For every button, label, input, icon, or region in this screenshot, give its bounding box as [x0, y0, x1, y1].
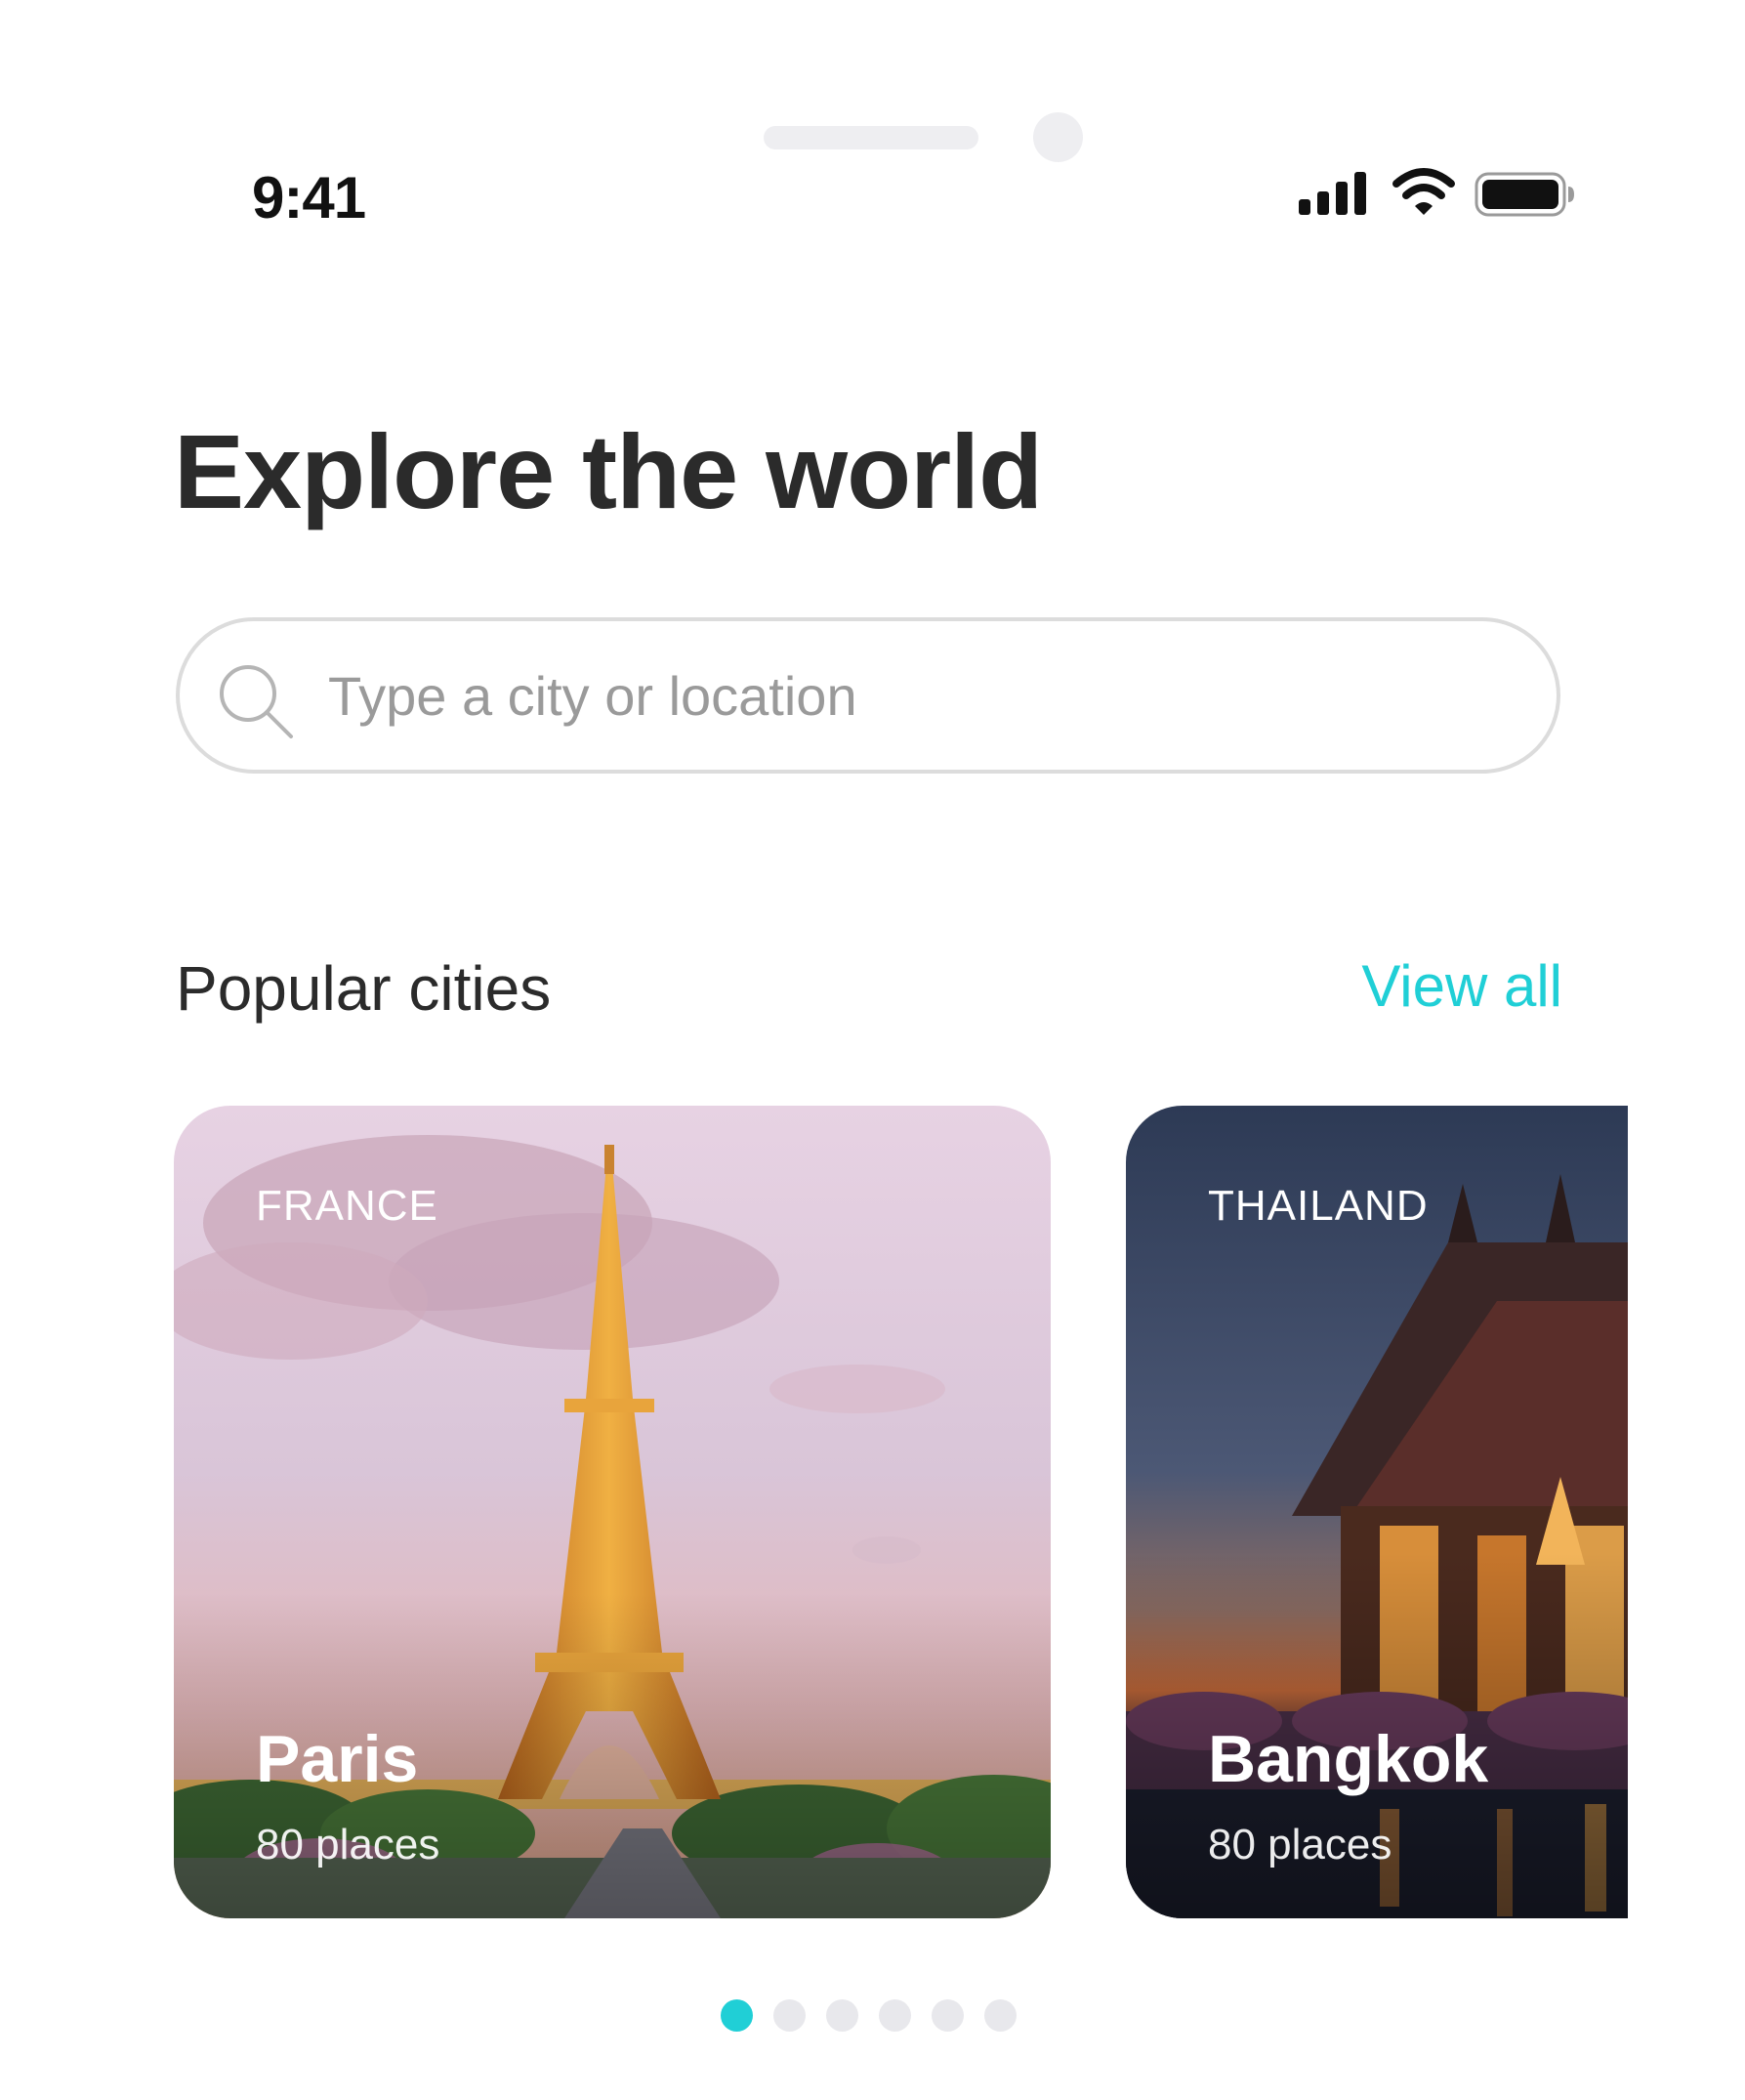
battery-icon	[1475, 172, 1574, 217]
card-places: 80 places	[256, 1821, 440, 1869]
city-card-paris[interactable]: FRANCE Paris 80 places	[174, 1106, 1051, 1918]
pagination-dot[interactable]	[932, 1999, 964, 2032]
card-city: Bangkok	[1208, 1722, 1489, 1796]
section-title: Popular cities	[176, 953, 552, 1024]
pagination-dot[interactable]	[984, 1999, 1017, 2032]
city-card-bangkok[interactable]: THAILAND Bangkok 80 places	[1126, 1106, 1628, 1918]
camera-dot	[1033, 112, 1083, 162]
status-time: 9:41	[252, 165, 366, 231]
signal-icon	[1299, 172, 1366, 215]
view-all-link[interactable]: View all	[1361, 952, 1562, 1020]
search-input[interactable]	[326, 651, 1502, 740]
pagination-dot[interactable]	[879, 1999, 911, 2032]
pagination-dot[interactable]	[721, 1999, 753, 2032]
city-carousel[interactable]: FRANCE Paris 80 places THAILAND Bangkok …	[0, 1106, 1628, 1918]
card-country: FRANCE	[256, 1182, 438, 1230]
notch-pill	[764, 126, 978, 149]
page-title: Explore the world	[174, 412, 1043, 530]
search-icon	[220, 665, 293, 738]
carousel-pagination	[721, 1999, 1017, 2032]
pagination-dot[interactable]	[773, 1999, 806, 2032]
card-city: Paris	[256, 1722, 419, 1796]
card-country: THAILAND	[1208, 1182, 1429, 1230]
wifi-icon	[1392, 168, 1455, 215]
search-bar[interactable]	[176, 617, 1560, 774]
card-places: 80 places	[1208, 1821, 1392, 1869]
pagination-dot[interactable]	[826, 1999, 858, 2032]
